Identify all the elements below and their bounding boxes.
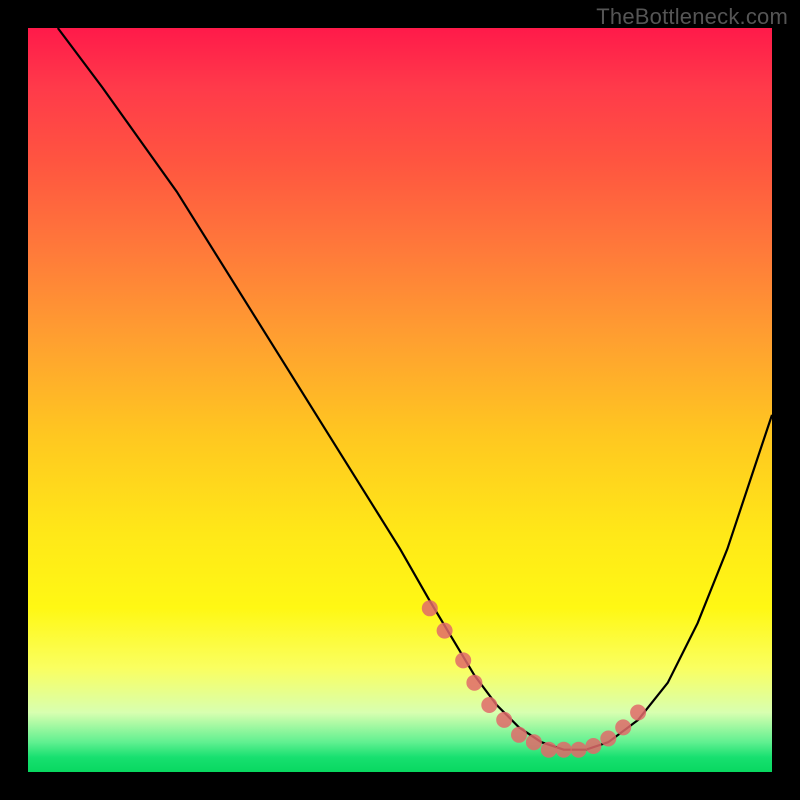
marker-point (466, 675, 482, 691)
bottleneck-curve (58, 28, 772, 750)
marker-point (437, 623, 453, 639)
chart-svg (28, 28, 772, 772)
marker-layer (422, 600, 646, 757)
marker-point (600, 731, 616, 747)
marker-point (496, 712, 512, 728)
marker-point (526, 734, 542, 750)
marker-point (455, 652, 471, 668)
curve-layer (58, 28, 772, 750)
outer-frame: TheBottleneck.com (0, 0, 800, 800)
watermark-text: TheBottleneck.com (596, 4, 788, 30)
marker-point (511, 727, 527, 743)
marker-point (630, 705, 646, 721)
marker-point (556, 742, 572, 758)
marker-point (481, 697, 497, 713)
marker-point (422, 600, 438, 616)
marker-point (541, 742, 557, 758)
marker-point (571, 742, 587, 758)
marker-point (585, 738, 601, 754)
marker-point (615, 719, 631, 735)
